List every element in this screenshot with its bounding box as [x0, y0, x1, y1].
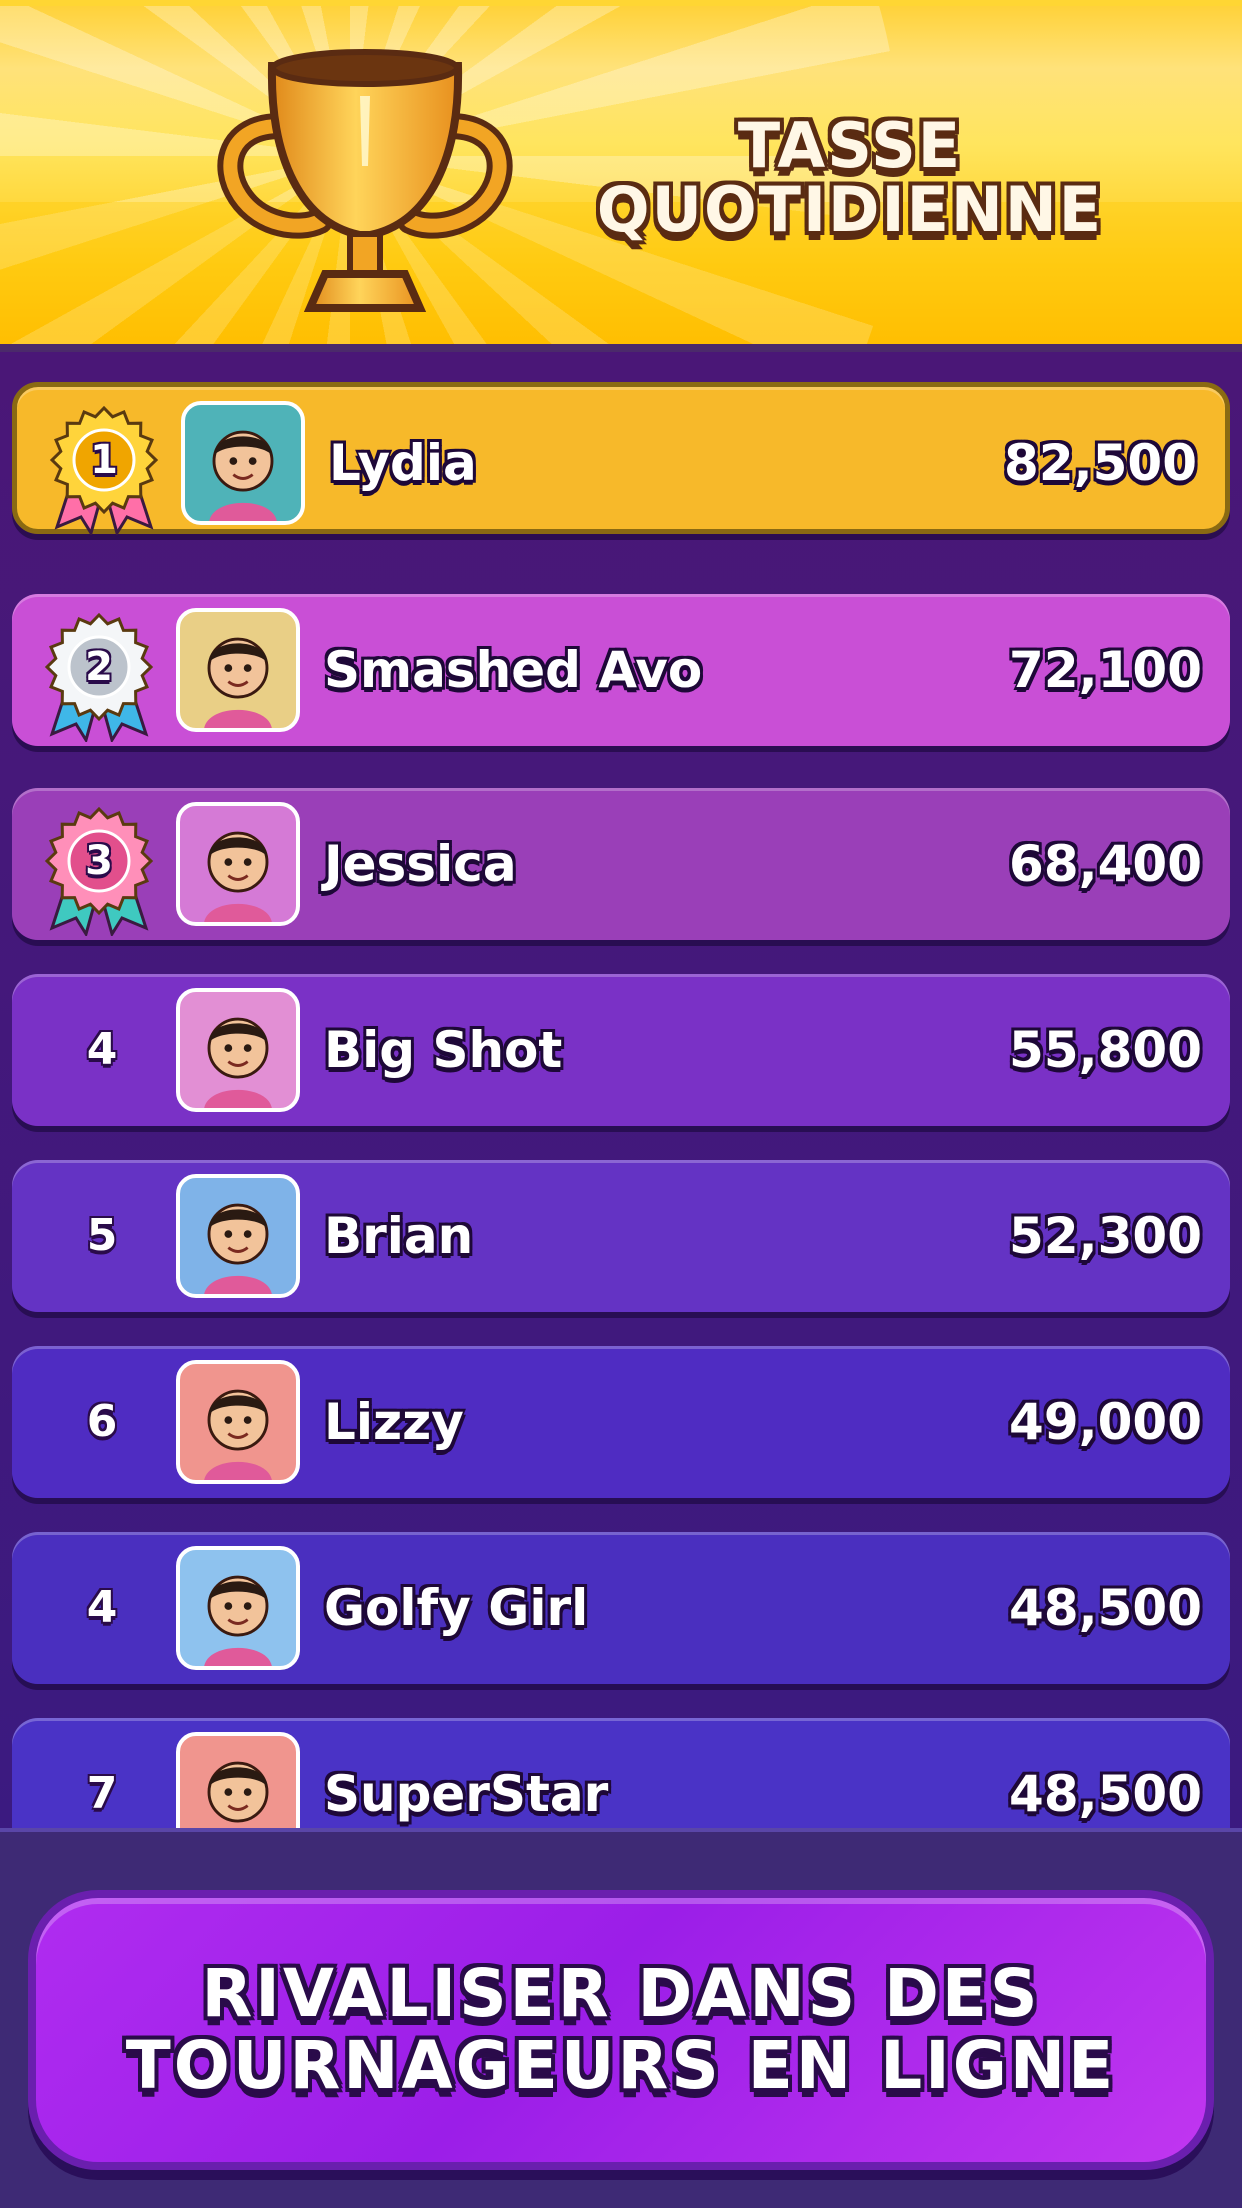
player-name: Golfy Girl	[324, 1579, 589, 1637]
avatar	[176, 1360, 300, 1484]
leaderboard-row[interactable]: 7 SuperStar 48,500	[12, 1718, 1230, 1828]
leaderboard-row[interactable]: 1 Lydia 82,500	[12, 382, 1230, 535]
player-score: 82,500	[1004, 434, 1197, 492]
rank-number: 7	[86, 1768, 118, 1819]
player-score: 55,800	[1009, 1021, 1202, 1079]
avatar	[181, 401, 305, 525]
player-score: 52,300	[1009, 1207, 1202, 1265]
player-name: Smashed Avo	[324, 641, 703, 699]
player-score: 49,000	[1009, 1393, 1202, 1451]
player-name: Lizzy	[324, 1393, 464, 1451]
avatar	[176, 802, 300, 926]
rank-number: 2	[85, 644, 113, 690]
rank-number: 4	[86, 1582, 118, 1633]
player-score: 48,500	[1009, 1765, 1202, 1823]
rank-number: 1	[90, 437, 118, 483]
trophy-icon	[217, 49, 513, 312]
header-banner: TASSE QUOTIDIENNE	[0, 0, 1242, 352]
cta-line-2: TOURNAGEURS EN LIGNE	[125, 2027, 1117, 2104]
player-score: 48,500	[1009, 1579, 1202, 1637]
footer-bar: RIVALISER DANS DES TOURNAGEURS EN LIGNE	[0, 1828, 1242, 2208]
player-name: Lydia	[329, 434, 477, 492]
rank-number: 3	[85, 838, 113, 884]
avatar	[176, 1174, 300, 1298]
cta-line-1: RIVALISER DANS DES	[201, 1955, 1041, 2032]
player-score: 68,400	[1009, 835, 1202, 893]
leaderboard-row[interactable]: 3 Jessica 68,400	[12, 788, 1230, 940]
player-name: Jessica	[324, 835, 517, 893]
rank-number: 6	[86, 1396, 118, 1447]
leaderboard-row[interactable]: 4 Big Shot 55,800	[12, 974, 1230, 1126]
rank-number: 4	[86, 1024, 118, 1075]
leaderboard-row[interactable]: 2 Smashed Avo 72,100	[12, 594, 1230, 746]
player-name: Big Shot	[324, 1021, 563, 1079]
player-score: 72,100	[1009, 641, 1202, 699]
compete-online-button-label: RIVALISER DANS DES TOURNAGEURS EN LIGNE	[36, 1958, 1206, 2102]
page-title: TASSE QUOTIDIENNE	[596, 109, 1104, 246]
avatar	[176, 988, 300, 1112]
leaderboard-list[interactable]: 1 Lydia 82,500 2 Smashed Avo 72,100 3 Jessica 68…	[0, 352, 1242, 1828]
avatar	[176, 1546, 300, 1670]
compete-online-button[interactable]: RIVALISER DANS DES TOURNAGEURS EN LIGNE	[28, 1890, 1214, 2170]
player-name: Brian	[324, 1207, 474, 1265]
leaderboard-row[interactable]: 5 Brian 52,300	[12, 1160, 1230, 1312]
avatar	[176, 1732, 300, 1828]
player-name: SuperStar	[324, 1765, 609, 1823]
header-divider	[0, 344, 1242, 352]
leaderboard-row[interactable]: 6 Lizzy 49,000	[12, 1346, 1230, 1498]
rank-number: 5	[86, 1210, 118, 1261]
avatar	[176, 608, 300, 732]
leaderboard-row[interactable]: 4 Golfy Girl 48,500	[12, 1532, 1230, 1684]
